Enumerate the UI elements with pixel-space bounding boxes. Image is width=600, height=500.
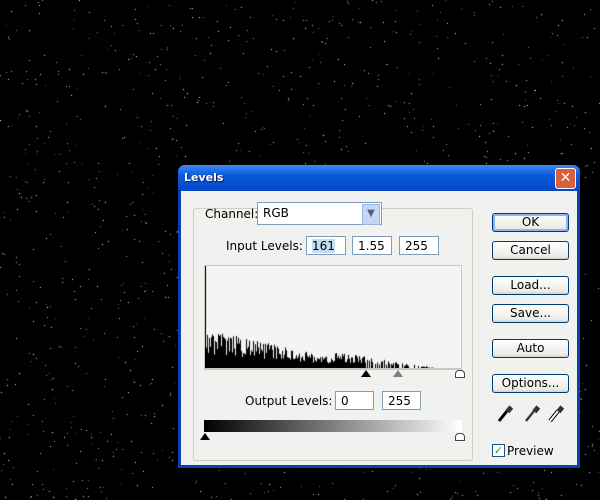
gray-eyedropper-icon[interactable] xyxy=(524,405,540,423)
input-black-field[interactable]: 161 xyxy=(312,239,335,253)
input-levels-label: Input Levels: xyxy=(226,239,303,253)
input-black-slider-handle[interactable] xyxy=(361,370,371,377)
output-white-field[interactable]: 255 xyxy=(382,391,421,410)
save-button[interactable]: Save... xyxy=(492,304,569,323)
histogram xyxy=(204,265,462,369)
options-button[interactable]: Options... xyxy=(492,374,569,393)
input-white-field[interactable]: 255 xyxy=(399,236,439,255)
close-button[interactable]: ✕ xyxy=(555,168,576,189)
chevron-down-icon[interactable]: ▼ xyxy=(362,204,380,225)
input-gamma-slider-handle[interactable] xyxy=(393,370,403,377)
levels-dialog: Levels ✕ Channel: RGB ▼ Input Levels: 16… xyxy=(178,165,580,468)
output-levels-label: Output Levels: xyxy=(245,394,333,408)
output-black-field[interactable]: 0 xyxy=(335,391,374,410)
load-button[interactable]: Load... xyxy=(492,276,569,295)
input-gamma-field[interactable]: 1.55 xyxy=(352,236,392,255)
dialog-title: Levels xyxy=(184,171,224,184)
output-white-slider-handle[interactable] xyxy=(455,433,465,441)
input-white-slider-handle[interactable] xyxy=(455,370,465,378)
black-eyedropper-icon[interactable] xyxy=(497,405,513,423)
channel-label: Channel: xyxy=(205,207,259,221)
preview-label: Preview xyxy=(507,444,554,458)
output-black-slider-handle[interactable] xyxy=(200,433,210,440)
title-bar[interactable]: Levels ✕ xyxy=(178,165,580,191)
output-gradient-bar xyxy=(204,420,462,432)
white-eyedropper-icon[interactable] xyxy=(548,405,564,423)
preview-checkbox[interactable]: ✓ xyxy=(492,444,505,457)
channel-select[interactable]: RGB ▼ xyxy=(257,202,382,225)
channel-value: RGB xyxy=(263,206,289,220)
auto-button[interactable]: Auto xyxy=(492,339,569,358)
ok-button[interactable]: OK xyxy=(492,213,569,232)
cancel-button[interactable]: Cancel xyxy=(492,241,569,260)
input-slider-track[interactable] xyxy=(204,369,462,370)
